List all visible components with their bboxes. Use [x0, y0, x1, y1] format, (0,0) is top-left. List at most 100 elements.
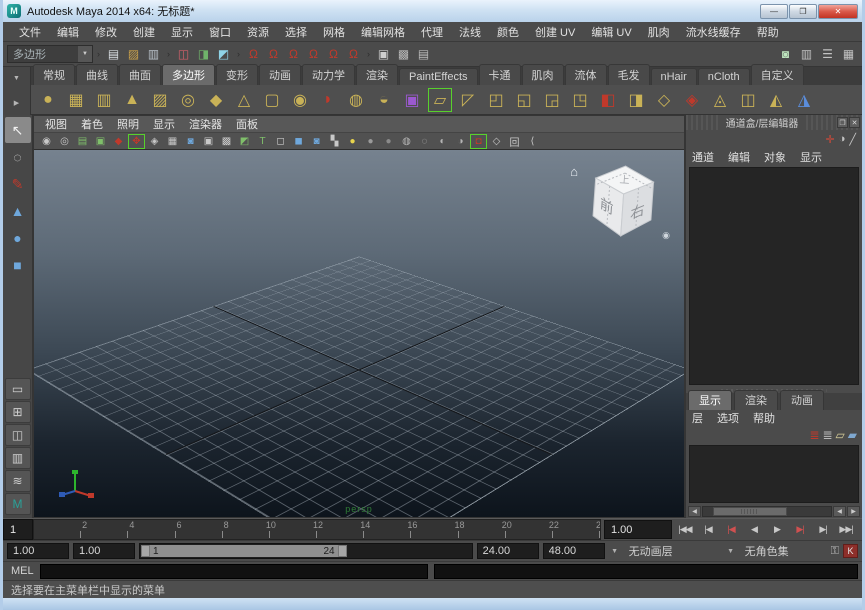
- poly-platonic-icon[interactable]: ◉: [287, 87, 313, 113]
- panel-menu-item[interactable]: 显示: [146, 115, 182, 133]
- shelf-tab[interactable]: 卡通: [479, 64, 521, 85]
- attribute-editor-toggle-icon[interactable]: ▥: [797, 45, 816, 64]
- field-chart-icon[interactable]: ◩: [236, 134, 253, 149]
- current-frame-indicator[interactable]: 1: [3, 519, 33, 540]
- snap-curve-icon[interactable]: Ω: [264, 45, 283, 64]
- auto-keyframe-icon[interactable]: ⚿: [831, 545, 839, 558]
- menu-item[interactable]: 创建 UV: [527, 22, 583, 42]
- 2d-pan-zoom-icon[interactable]: ✥: [128, 134, 145, 149]
- poly-soccer-ball-icon[interactable]: ◒: [371, 87, 397, 113]
- film-gate-icon[interactable]: ◙: [182, 134, 199, 149]
- menu-item[interactable]: 文件: [11, 22, 49, 42]
- reduce-icon[interactable]: ◈: [679, 87, 705, 113]
- close-panel-button[interactable]: ✕: [849, 117, 860, 128]
- move-layer-up-icon[interactable]: ≣: [809, 428, 819, 442]
- panel-menu-item[interactable]: 视图: [38, 115, 74, 133]
- layout-two-pane-button[interactable]: ◫: [5, 424, 31, 446]
- menu-item[interactable]: 帮助: [749, 22, 787, 42]
- boolean-union-icon[interactable]: ◳: [567, 87, 593, 113]
- mel-input[interactable]: [40, 564, 428, 579]
- shelf-tab[interactable]: 曲面: [119, 64, 161, 85]
- timeline-ruler[interactable]: 2 4 6 8 10 12 14 16: [33, 519, 601, 540]
- poly-sphere-icon[interactable]: ●: [35, 87, 61, 113]
- xray-icon[interactable]: ◇: [488, 134, 505, 149]
- separate-icon[interactable]: ◱: [511, 87, 537, 113]
- layout-persp-outliner-button[interactable]: ▥: [5, 447, 31, 469]
- panel-menu-item[interactable]: 渲染器: [182, 115, 229, 133]
- quadrangulate-icon[interactable]: ◫: [735, 87, 761, 113]
- range-end-handle[interactable]: [338, 545, 347, 557]
- new-empty-layer-icon[interactable]: ▱: [836, 428, 845, 442]
- close-button[interactable]: ✕: [818, 4, 858, 19]
- extrude-icon[interactable]: ◮: [791, 87, 817, 113]
- share-views-icon[interactable]: ⟨: [524, 134, 541, 149]
- ao-light-4-icon[interactable]: ◑: [452, 134, 469, 149]
- poly-plane-icon[interactable]: ▨: [147, 87, 173, 113]
- shelf-tab[interactable]: 毛发: [608, 64, 650, 85]
- range-track[interactable]: 1 24: [139, 543, 473, 559]
- ao-light-3-icon[interactable]: ◐: [434, 134, 451, 149]
- sculpt-geometry-icon[interactable]: ◗: [315, 87, 341, 113]
- boolean-difference-icon[interactable]: ◧: [595, 87, 621, 113]
- interactive-creation-icon[interactable]: ▣: [399, 87, 425, 113]
- ipr-render-icon[interactable]: ▩: [394, 45, 413, 64]
- create-polygon-tool-icon[interactable]: ▱: [427, 87, 453, 113]
- menu-item[interactable]: 编辑网格: [353, 22, 413, 42]
- range-start-handle[interactable]: [141, 545, 150, 557]
- shelf-tab[interactable]: PaintEffects: [399, 68, 478, 85]
- shelf-tab[interactable]: 动画: [259, 64, 301, 85]
- menu-item[interactable]: 肌肉: [640, 22, 678, 42]
- channel-box-toggle-icon[interactable]: ▦: [839, 45, 858, 64]
- shelf-tab[interactable]: 流体: [565, 64, 607, 85]
- poly-cone-icon[interactable]: ▲: [119, 87, 145, 113]
- default-light-icon[interactable]: ●: [344, 134, 361, 149]
- layer-editor-tab[interactable]: 渲染: [734, 390, 778, 410]
- scrollbar-thumb[interactable]: [713, 507, 787, 516]
- shelf-tab[interactable]: 渲染: [356, 64, 398, 85]
- snap-grid-icon[interactable]: Ω: [244, 45, 263, 64]
- extract-icon[interactable]: ◲: [539, 87, 565, 113]
- poly-pipe-icon[interactable]: ▢: [259, 87, 285, 113]
- shelf-tab[interactable]: 曲线: [76, 64, 118, 85]
- resolution-gate-icon[interactable]: ▣: [200, 134, 217, 149]
- select-camera-icon[interactable]: ◉: [38, 134, 55, 149]
- menu-item[interactable]: 修改: [87, 22, 125, 42]
- character-set-dropdown[interactable]: 无角色集: [741, 543, 827, 559]
- group-separator[interactable]: ›: [365, 49, 372, 59]
- current-time-field[interactable]: [604, 520, 672, 539]
- new-layer-from-selected-icon[interactable]: ▰: [848, 428, 857, 442]
- bookmark-icon[interactable]: ▣: [92, 134, 109, 149]
- scroll-left-button-2[interactable]: ◀: [833, 506, 846, 517]
- mirror-geometry-icon[interactable]: ◭: [763, 87, 789, 113]
- viewcube[interactable]: 前 右 上: [584, 160, 662, 246]
- titlebar[interactable]: M Autodesk Maya 2014 x64: 无标题* — ❐ ✕: [3, 0, 862, 22]
- channel-box-menu-item[interactable]: 对象: [764, 148, 794, 166]
- select-component-icon[interactable]: ◩: [214, 45, 233, 64]
- render-settings-icon[interactable]: ▤: [414, 45, 433, 64]
- maximize-button[interactable]: ❐: [789, 4, 817, 19]
- step-forward-key-button[interactable]: ▶|: [790, 522, 810, 538]
- menu-item[interactable]: 颜色: [489, 22, 527, 42]
- layer-editor-tab[interactable]: 动画: [780, 390, 824, 410]
- layer-list[interactable]: [689, 445, 859, 503]
- anim-layer-arrow-icon[interactable]: ▼: [725, 548, 737, 555]
- scale-tool[interactable]: ■: [5, 252, 31, 278]
- move-layer-down-icon[interactable]: ≣: [822, 428, 832, 442]
- layer-editor-tab[interactable]: 显示: [688, 390, 732, 410]
- grid-toggle-icon[interactable]: ▦: [164, 134, 181, 149]
- lasso-tool[interactable]: ◌: [5, 144, 31, 170]
- checker-icon[interactable]: ▚: [326, 134, 343, 149]
- panel-menu-item[interactable]: 面板: [229, 115, 265, 133]
- minimize-button[interactable]: —: [760, 4, 788, 19]
- menu-item[interactable]: 显示: [163, 22, 201, 42]
- ao-light-1-icon[interactable]: ◍: [398, 134, 415, 149]
- render-current-frame-icon[interactable]: ▣: [374, 45, 393, 64]
- go-to-end-button[interactable]: ▶▶|: [836, 522, 856, 538]
- poly-helix-icon[interactable]: ◍: [343, 87, 369, 113]
- panel-menu-item[interactable]: 着色: [74, 115, 110, 133]
- poly-cube-icon[interactable]: ▦: [63, 87, 89, 113]
- wireframe-icon[interactable]: ◻: [272, 134, 289, 149]
- step-back-key-button[interactable]: |◀: [721, 522, 741, 538]
- triangulate-icon[interactable]: ◬: [707, 87, 733, 113]
- camera-attributes-icon[interactable]: ▤: [74, 134, 91, 149]
